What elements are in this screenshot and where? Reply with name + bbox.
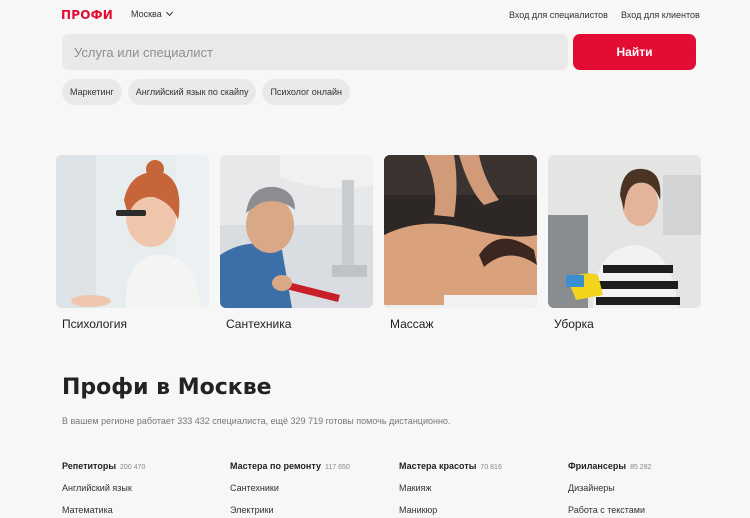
column-link[interactable]: Сантехники [230,483,390,493]
logo[interactable]: ПРОФИ [61,8,113,22]
column-title: Мастера по ремонту [230,461,321,471]
login-specialists-link[interactable]: Вход для специалистов [509,10,608,20]
psychology-photo [56,155,209,308]
column-title: Репетиторы [62,461,117,471]
column-title: Мастера красоты [399,461,477,471]
chevron-down-icon [165,8,173,17]
column-link[interactable]: Электрики [230,505,390,515]
column-heading[interactable]: Фрилансеры 85 282 [568,461,728,471]
column-heading[interactable]: Мастера красоты 70 816 [399,461,559,471]
column-link[interactable]: Макияж [399,483,559,493]
column-link[interactable]: Математика [62,505,222,515]
category-label: Уборка [554,317,594,331]
column-count: 85 282 [630,464,652,471]
plumbing-photo [220,155,373,308]
massage-photo [384,155,537,308]
category-label: Массаж [390,317,434,331]
category-label: Психология [62,317,127,331]
column-beauty: Мастера красоты 70 816 Макияж Маникюр [399,461,559,515]
category-card-psychology[interactable]: Психология [56,155,209,331]
column-heading[interactable]: Репетиторы 200 470 [62,461,222,471]
category-card-plumbing[interactable]: Сантехника [220,155,373,331]
chip-psychologist-online[interactable]: Психолог онлайн [262,79,351,105]
chip-english-skype[interactable]: Английский язык по скайпу [127,79,257,105]
city-label: Москва [131,9,162,19]
popular-queries: Маркетинг Английский язык по скайпу Псих… [62,79,351,105]
column-link[interactable]: Работа с текстами [568,505,728,515]
column-link[interactable]: Маникюр [399,505,559,515]
column-count: 117 650 [324,464,350,471]
column-heading[interactable]: Мастера по ремонту 117 650 [230,461,390,471]
section-title: Профи в Москве [62,375,272,400]
column-link[interactable]: Английский язык [62,483,222,493]
column-link[interactable]: Дизайнеры [568,483,728,493]
cleaning-photo [548,155,701,308]
category-label: Сантехника [226,317,292,331]
column-tutors: Репетиторы 200 470 Английский язык Матема… [62,461,222,515]
category-cards: Психология Сантехника Массаж Уборка [56,155,701,331]
column-count: 70 816 [480,464,502,471]
search-input[interactable] [62,34,568,70]
column-repair: Мастера по ремонту 117 650 Сантехники Эле… [230,461,390,515]
column-freelancers: Фрилансеры 85 282 Дизайнеры Работа с текс… [568,461,728,515]
login-clients-link[interactable]: Вход для клиентов [621,10,700,20]
search-button[interactable]: Найти [573,34,696,70]
top-header: ПРОФИ Москва Вход для специалистов Вход … [0,0,750,32]
chip-marketing[interactable]: Маркетинг [62,79,122,105]
city-selector[interactable]: Москва [131,8,173,19]
section-subtitle: В вашем регионе работает 333 432 специал… [62,416,451,426]
category-card-cleaning[interactable]: Уборка [548,155,701,331]
column-title: Фрилансеры [568,461,627,471]
column-count: 200 470 [120,464,146,471]
category-card-massage[interactable]: Массаж [384,155,537,331]
